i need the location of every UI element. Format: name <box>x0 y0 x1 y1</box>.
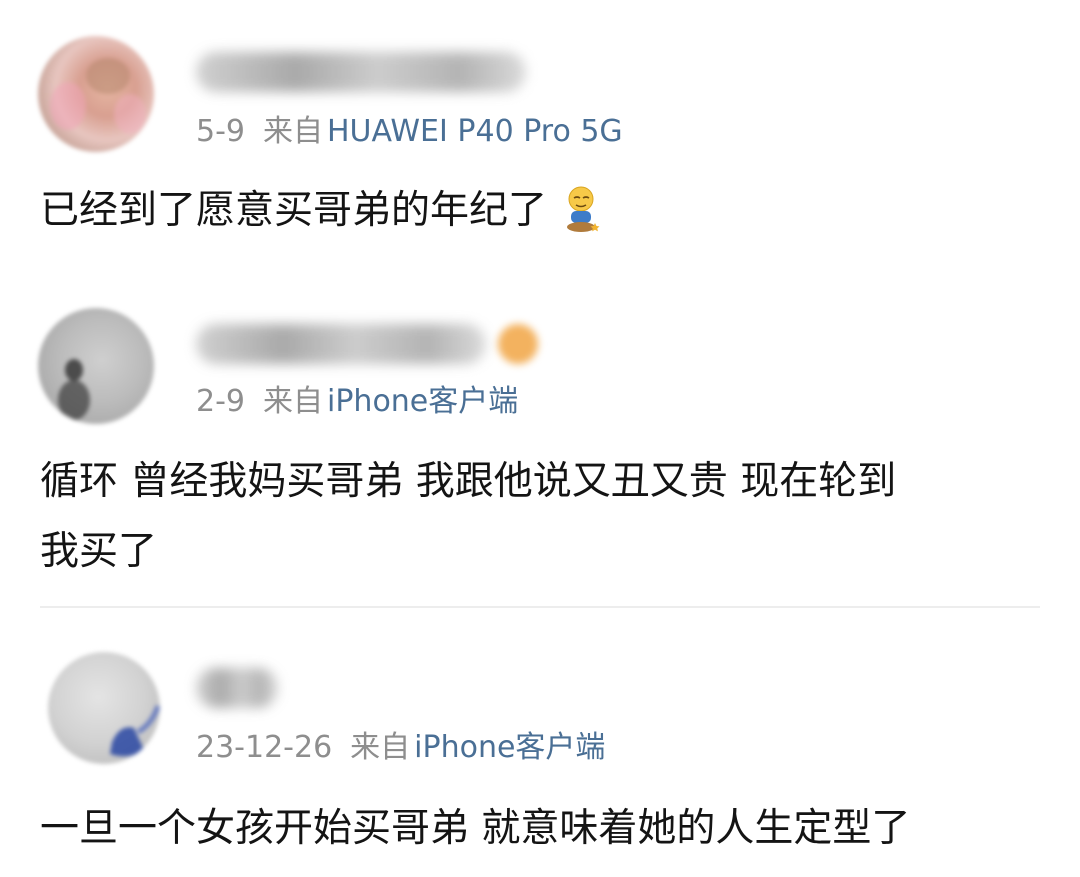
avatar[interactable] <box>38 36 154 152</box>
device-link[interactable]: HUAWEI P40 Pro 5G <box>327 114 623 149</box>
username-blurred[interactable] <box>196 324 486 364</box>
device-link[interactable]: iPhone客户端 <box>414 730 605 765</box>
comment-item: 23-12-26 来自 iPhone客户端 一旦一个女孩开始买哥弟 就意味着她的人生… <box>0 620 1080 877</box>
emoji-sitting-face-icon <box>561 185 601 233</box>
avatar[interactable] <box>48 652 160 764</box>
comment-text: 循环 曾经我妈买哥弟 我跟他说又丑又贵 现在轮到 我买了 <box>40 453 896 581</box>
from-label: 来自 <box>263 114 323 149</box>
comment-item: 5-9 来自 HUAWEI P40 Pro 5G 已经到了愿意买哥弟的年纪了 <box>0 0 1080 270</box>
comment-text: 一旦一个女孩开始买哥弟 就意味着她的人生定型了 <box>40 800 910 858</box>
comment-meta: 23-12-26 来自 iPhone客户端 <box>196 728 605 768</box>
comment-text-line: 已经到了愿意买哥弟的年纪了 <box>40 188 548 233</box>
username-blurred[interactable] <box>196 668 278 708</box>
device-link[interactable]: iPhone客户端 <box>327 384 518 419</box>
comment-text-line: 循环 曾经我妈买哥弟 我跟他说又丑又贵 现在轮到 <box>40 459 897 504</box>
from-label: 来自 <box>350 730 411 765</box>
vip-badge-icon <box>498 324 538 364</box>
comment-meta: 5-9 来自 HUAWEI P40 Pro 5G <box>196 112 623 152</box>
from-label: 来自 <box>263 384 323 419</box>
avatar-image <box>50 58 146 134</box>
avatar[interactable] <box>38 308 154 424</box>
comment-date: 5-9 <box>196 114 245 149</box>
comment-divider <box>40 606 1040 608</box>
comment-date: 2-9 <box>196 384 245 419</box>
avatar-image <box>58 359 90 420</box>
comment-text-line: 我买了 <box>40 529 158 574</box>
username-blurred[interactable] <box>196 52 526 92</box>
comment-text: 已经到了愿意买哥弟的年纪了 <box>40 182 601 240</box>
comment-text-line: 一旦一个女孩开始买哥弟 就意味着她的人生定型了 <box>40 806 911 851</box>
comment-item: 2-9 来自 iPhone客户端 循环 曾经我妈买哥弟 我跟他说又丑又贵 现在轮到 … <box>0 280 1080 610</box>
avatar-image <box>110 705 160 757</box>
comment-meta: 2-9 来自 iPhone客户端 <box>196 382 518 422</box>
comment-date: 23-12-26 <box>196 730 333 765</box>
